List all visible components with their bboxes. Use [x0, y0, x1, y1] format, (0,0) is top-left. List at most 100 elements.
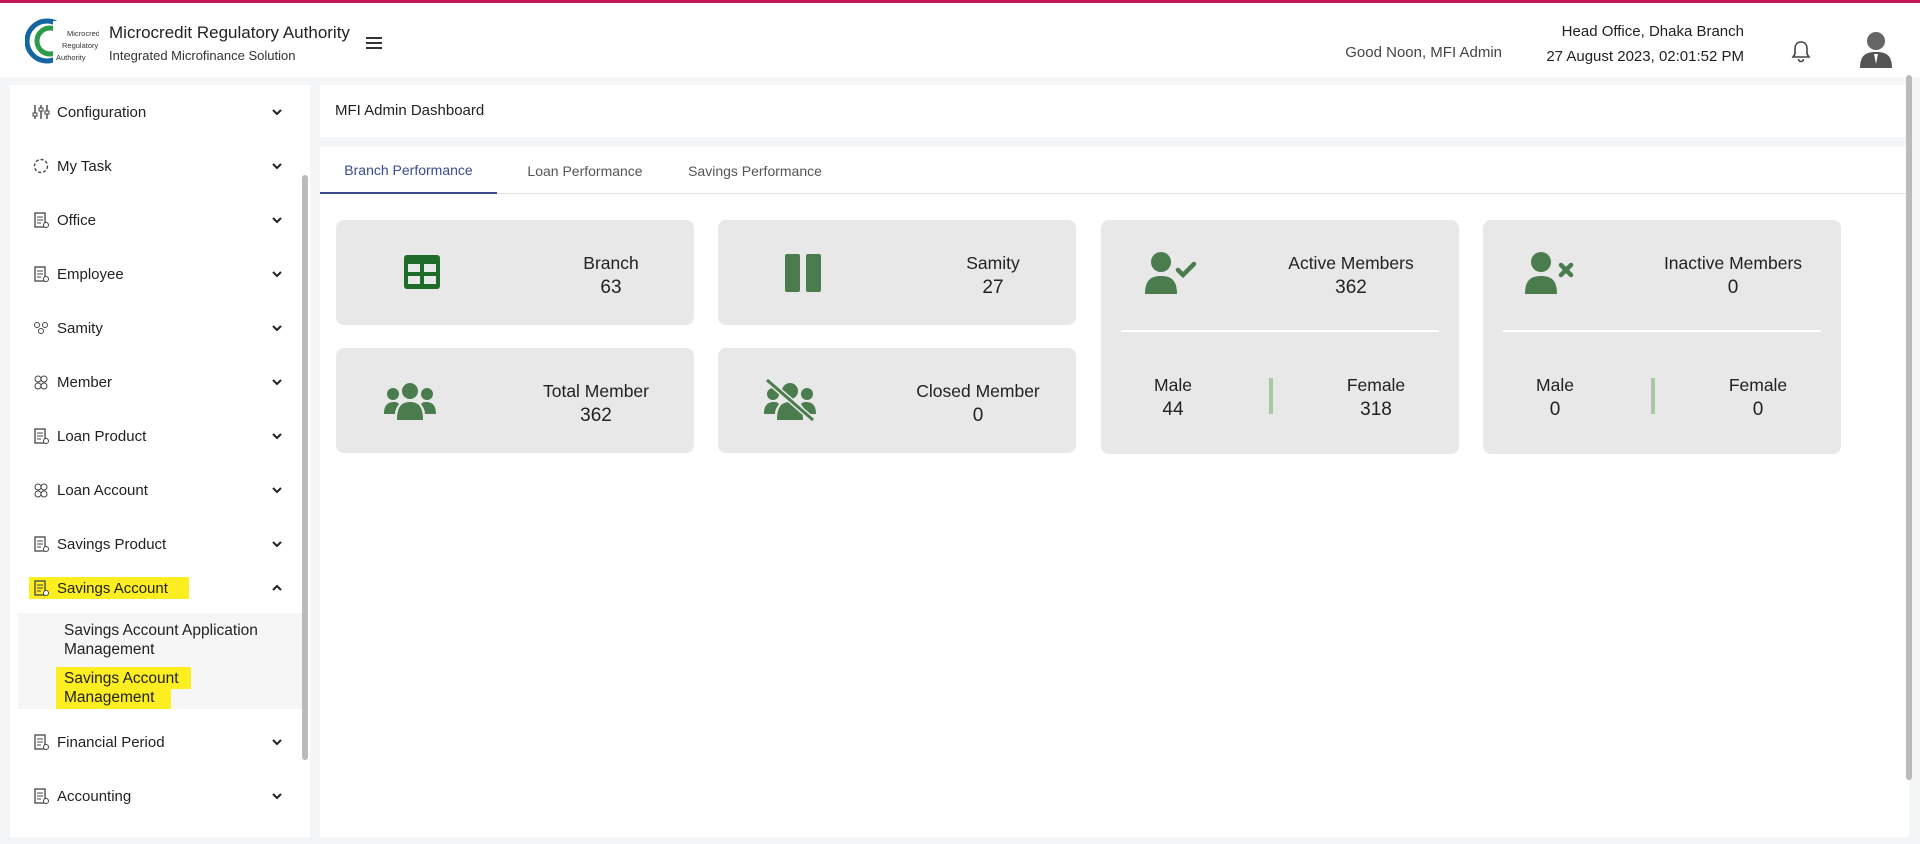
notification-bell-icon[interactable] — [1790, 39, 1812, 63]
sidebar-item-label: Configuration — [57, 103, 147, 121]
pause-bars-icon — [785, 254, 821, 292]
male-value: 44 — [1162, 399, 1184, 420]
sidebar-item-label: Samity — [57, 319, 103, 337]
male-label: Male — [1536, 375, 1574, 395]
table-grid-icon — [404, 255, 440, 289]
female-label: Female — [1346, 375, 1406, 395]
dashboard-tabs: Branch Performance Loan Performance Savi… — [320, 147, 1909, 194]
chevron-down-icon — [272, 487, 282, 494]
tab-savings-performance[interactable]: Savings Performance — [675, 147, 835, 194]
card-divider — [1503, 330, 1821, 332]
active-members-card: Active Members 362 Male 44 Female 318 — [1101, 220, 1459, 454]
sidebar-item-loan-product[interactable]: Loan Product — [10, 409, 300, 463]
hamburger-menu-icon[interactable] — [366, 37, 382, 51]
tab-branch-performance[interactable]: Branch Performance — [320, 147, 497, 194]
title-separator — [320, 137, 1909, 147]
org-title: Microcredit Regulatory Authority — [109, 23, 350, 42]
card-value: 63 — [600, 277, 622, 298]
closed-member-card: Closed Member 0 — [718, 348, 1076, 453]
members-icon — [34, 483, 48, 498]
gender-divider — [1269, 378, 1273, 414]
sidebar-item-accounting[interactable]: Accounting — [10, 769, 300, 823]
svg-text:Regulatory: Regulatory — [62, 41, 99, 50]
card-title: Inactive Members — [1663, 253, 1803, 273]
user-check-icon — [1145, 252, 1197, 294]
main-content: MFI Admin Dashboard Branch Performance L… — [320, 85, 1909, 837]
document-icon — [34, 788, 49, 804]
tab-loan-performance[interactable]: Loan Performance — [510, 147, 660, 194]
sidebar-item-savings-account[interactable]: Savings Account — [10, 563, 300, 613]
sidebar-item-samity[interactable]: Samity — [10, 301, 300, 355]
card-title: Branch — [583, 253, 639, 273]
female-value: 0 — [1752, 399, 1764, 420]
chevron-down-icon — [272, 325, 282, 332]
sidebar-item-office[interactable]: Office — [10, 193, 300, 247]
card-value: 362 — [580, 405, 612, 426]
card-title: Samity — [966, 253, 1020, 273]
chevron-down-icon — [272, 271, 282, 278]
sidebar-item-employee[interactable]: Employee — [10, 247, 300, 301]
sidebar-item-financial-period[interactable]: Financial Period — [10, 715, 300, 769]
chevron-down-icon — [272, 217, 282, 224]
chevron-down-icon — [272, 163, 282, 170]
group-users-icon — [384, 383, 436, 420]
document-icon — [34, 266, 49, 282]
group-icon — [34, 322, 48, 334]
submenu-savings-account-application-management[interactable]: Savings Account Application Management — [64, 621, 258, 659]
mra-logo: Microcredit Regulatory Authority — [25, 18, 99, 64]
user-x-icon — [1525, 252, 1574, 294]
total-member-card: Total Member 362 — [336, 348, 694, 453]
card-divider — [1121, 330, 1439, 332]
female-label: Female — [1728, 375, 1788, 395]
sidebar-item-member[interactable]: Member — [10, 355, 300, 409]
greeting-text: Good Noon, MFI Admin — [1345, 44, 1502, 61]
male-value: 0 — [1549, 399, 1561, 420]
inactive-members-card: Inactive Members 0 Male 0 Female 0 — [1483, 220, 1841, 454]
card-title: Closed Member — [916, 381, 1040, 401]
svg-text:Authority: Authority — [56, 53, 86, 62]
document-icon — [34, 734, 49, 750]
task-circle-icon — [33, 158, 49, 174]
sidebar-item-label: Loan Product — [57, 427, 147, 445]
chevron-down-icon — [272, 433, 282, 440]
members-icon — [34, 375, 48, 390]
savings-account-submenu: Savings Account Application Management S… — [18, 613, 305, 709]
sidebar-scrollbar[interactable] — [302, 175, 308, 760]
document-icon — [34, 580, 49, 596]
sliders-icon — [32, 105, 50, 119]
sidebar-item-loan-account[interactable]: Loan Account — [10, 463, 300, 517]
chevron-down-icon — [272, 109, 282, 116]
submenu-label-line: Management — [64, 641, 155, 658]
main-scrollbar[interactable] — [1906, 75, 1912, 780]
submenu-label-line: Savings Account Application — [64, 622, 258, 639]
sidebar-item-label: Employee — [57, 265, 124, 283]
chevron-down-icon — [272, 541, 282, 548]
samity-card: Samity 27 — [718, 220, 1076, 325]
submenu-savings-account-management[interactable]: Savings Account Management — [56, 667, 191, 709]
sidebar-item-label: My Task — [57, 157, 112, 175]
card-value: 27 — [982, 277, 1004, 298]
sidebar-item-my-task[interactable]: My Task — [10, 139, 300, 193]
app-header: Microcredit Regulatory Authority Microcr… — [0, 3, 1920, 77]
card-title: Total Member — [542, 381, 649, 401]
svg-text:Microcredit: Microcredit — [67, 29, 99, 38]
sidebar-item-label: Accounting — [57, 787, 132, 805]
document-icon — [34, 428, 49, 444]
sidebar-item-label: Savings Account — [57, 579, 168, 597]
sidebar-item-configuration[interactable]: Configuration — [10, 85, 300, 139]
branch-name: Head Office, Dhaka Branch — [1561, 23, 1744, 40]
chevron-down-icon — [272, 379, 282, 386]
sidebar: Configuration My Task Office Employee Sa… — [10, 85, 310, 837]
current-datetime: 27 August 2023, 02:01:52 PM — [1546, 48, 1744, 65]
document-icon — [34, 212, 49, 228]
users-slash-icon — [764, 378, 816, 422]
card-value: 362 — [1335, 277, 1367, 298]
sidebar-item-label: Loan Account — [57, 481, 148, 499]
user-avatar-icon[interactable] — [1858, 28, 1894, 68]
card-value: 0 — [1727, 277, 1739, 298]
chevron-up-icon — [272, 584, 282, 591]
page-title: MFI Admin Dashboard — [335, 102, 485, 119]
chevron-down-icon — [272, 739, 282, 746]
sidebar-item-label: Financial Period — [57, 733, 165, 751]
submenu-label-line: Savings Account — [64, 670, 179, 687]
